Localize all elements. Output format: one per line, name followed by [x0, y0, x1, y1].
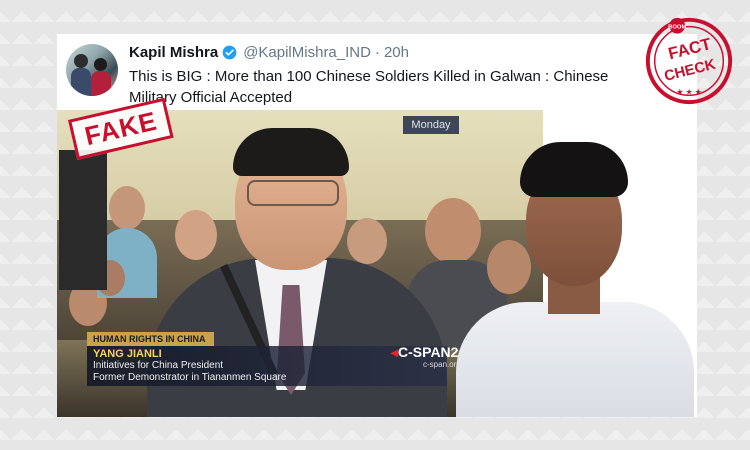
- politician-photo: [456, 132, 694, 417]
- avatar-person-body: [71, 68, 91, 96]
- caption-name: YANG JIANLI: [93, 348, 162, 360]
- camera-tripod: [59, 150, 107, 290]
- caption-tag: HUMAN RIGHTS IN CHINA: [87, 332, 214, 346]
- avatar[interactable]: [66, 44, 118, 96]
- tweet-text: This is BIG : More than 100 Chinese Sold…: [129, 68, 609, 106]
- fact-check-stamp-icon: BOOM FACT CHECK ★ ★ ★: [645, 17, 733, 105]
- caption-line-1: Initiatives for China President: [93, 360, 224, 371]
- audience-member: [175, 210, 217, 260]
- tweet-timestamp[interactable]: 20h: [384, 44, 409, 61]
- caption-line-2: Former Demonstrator in Tiananmen Square: [93, 372, 287, 383]
- network-logo: ◂C-SPAN2: [391, 344, 458, 361]
- author-name[interactable]: Kapil Mishra: [129, 44, 218, 61]
- tweet-header: Kapil Mishra @KapilMishra_IND · 20h: [129, 44, 409, 61]
- cspan-chevron-icon: ◂: [391, 344, 399, 360]
- separator-dot: ·: [374, 44, 380, 61]
- audience-member: [109, 186, 145, 230]
- politician-hair: [520, 142, 628, 197]
- fact-check-brand: BOOM: [668, 25, 686, 31]
- speaker-hair: [233, 128, 349, 176]
- author-handle[interactable]: @KapilMishra_IND: [243, 44, 371, 61]
- avatar-person-head: [94, 58, 107, 71]
- politician-shirt: [456, 302, 694, 417]
- verified-badge-icon: [222, 45, 237, 60]
- audience-member: [347, 218, 387, 264]
- avatar-person-body: [91, 71, 111, 96]
- day-label: Monday: [403, 116, 459, 134]
- speaker-glasses: [247, 180, 339, 206]
- network-name: C-SPAN2: [398, 344, 459, 360]
- avatar-person-head: [74, 54, 88, 68]
- svg-text:★ ★ ★: ★ ★ ★: [676, 87, 701, 96]
